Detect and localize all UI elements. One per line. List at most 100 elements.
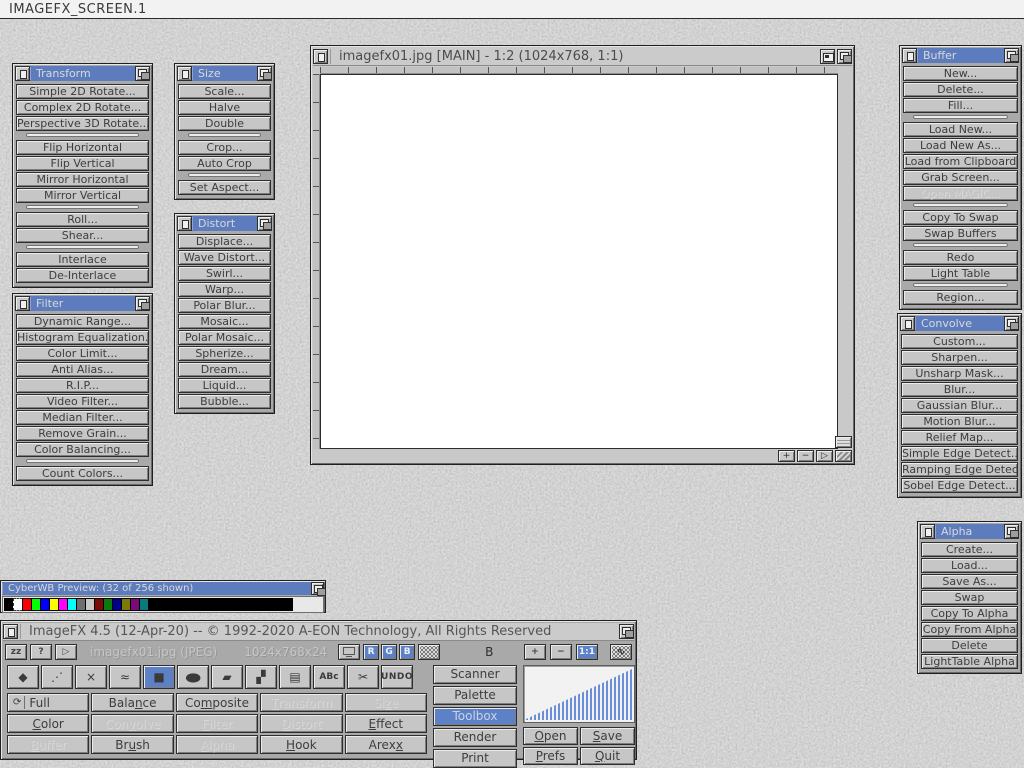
arexx-button[interactable]: Arexx (345, 735, 427, 754)
new-button[interactable]: New... (903, 66, 1018, 81)
oval-tool-icon[interactable]: ● (177, 665, 209, 689)
fill-button[interactable]: Fill... (903, 98, 1018, 113)
main-titlebar[interactable]: ImageFX 4.5 (12-Apr-20) -- © 1992-2020 A… (3, 623, 634, 641)
page-scanner-button[interactable]: Scanner (433, 665, 517, 684)
sharpen-button[interactable]: Sharpen... (901, 350, 1018, 365)
complex-2d-rotate-button[interactable]: Complex 2D Rotate... (16, 100, 149, 115)
polar-mosaic-button[interactable]: Polar Mosaic... (178, 330, 271, 345)
brush-tool-icon[interactable]: ▞ (245, 665, 277, 689)
perspective-3d-rotate-button[interactable]: Perspective 3D Rotate... (16, 116, 149, 131)
count-colors-button[interactable]: Count Colors... (16, 466, 149, 481)
run-button[interactable]: ▷ (55, 644, 77, 660)
median-filter-button[interactable]: Median Filter... (16, 410, 149, 425)
scale-button[interactable]: Scale... (178, 84, 271, 99)
shear-button[interactable]: Shear... (16, 228, 149, 243)
load-new-button[interactable]: Load New... (903, 122, 1018, 137)
roll-button[interactable]: Roll... (16, 212, 149, 227)
light-table-button[interactable]: Light Table (903, 266, 1018, 281)
canvas-pan-button[interactable]: ▷ (816, 450, 833, 462)
channel-r-button[interactable]: R (363, 644, 379, 660)
quit-button[interactable]: Quit (580, 747, 635, 765)
color-button[interactable]: Color (7, 714, 89, 733)
load-from-clipboard-button[interactable]: Load from Clipboard (903, 154, 1018, 169)
panel-titlebar[interactable]: Distort (177, 216, 272, 231)
brush-button[interactable]: Brush (91, 735, 173, 754)
channel-b-button[interactable]: B (399, 644, 415, 660)
relief-map-button[interactable]: Relief Map... (901, 430, 1018, 445)
save-as-button[interactable]: Save As... (921, 574, 1018, 589)
close-icon[interactable] (3, 624, 18, 639)
set-aspect-button[interactable]: Set Aspect... (178, 180, 271, 195)
close-icon[interactable] (177, 216, 192, 231)
warp-button[interactable]: Warp... (178, 282, 271, 297)
line-tool-icon[interactable]: × (75, 665, 107, 689)
blur-button[interactable]: Blur... (901, 382, 1018, 397)
close-icon[interactable] (15, 66, 30, 81)
ramping-edge-detect-button[interactable]: Ramping Edge Detect (901, 462, 1018, 477)
crop-button[interactable]: Crop... (178, 140, 271, 155)
panel-titlebar[interactable]: Buffer (902, 48, 1019, 63)
screen-titlebar[interactable]: IMAGEFX_SCREEN.1 (0, 0, 1024, 19)
double-button[interactable]: Double (178, 116, 271, 131)
auto-crop-button[interactable]: Auto Crop (178, 156, 271, 171)
box-tool-icon[interactable]: ■ (143, 665, 175, 689)
help-button[interactable]: ? (30, 644, 52, 660)
depth-icon[interactable] (1004, 316, 1019, 331)
anti-alias-button[interactable]: Anti Alias... (16, 362, 149, 377)
page-palette-button[interactable]: Palette (433, 686, 517, 705)
swap-buffers-button[interactable]: Swap Buffers (903, 226, 1018, 241)
depth-icon[interactable] (135, 66, 150, 81)
wave-distort-button[interactable]: Wave Distort... (178, 250, 271, 265)
depth-icon[interactable] (257, 66, 272, 81)
close-icon[interactable] (902, 48, 917, 63)
effect-button[interactable]: Effect (345, 714, 427, 733)
remove-grain-button[interactable]: Remove Grain... (16, 426, 149, 441)
liquid-button[interactable]: Liquid... (178, 378, 271, 393)
simple-2d-rotate-button[interactable]: Simple 2D Rotate... (16, 84, 149, 99)
bubble-button[interactable]: Bubble... (178, 394, 271, 409)
undo-button[interactable]: UNDO (381, 665, 413, 689)
frame-toggle-icon[interactable] (835, 436, 852, 448)
create-button[interactable]: Create... (921, 542, 1018, 557)
flip-vertical-button[interactable]: Flip Vertical (16, 156, 149, 171)
sleep-button[interactable]: zz (5, 644, 27, 660)
grab-screen-button[interactable]: Grab Screen... (903, 170, 1018, 185)
depth-icon[interactable] (135, 296, 150, 311)
balance-button[interactable]: Balance (91, 693, 173, 712)
redo-button[interactable]: Redo (903, 250, 1018, 265)
polygon-tool-icon[interactable]: ▰ (211, 665, 243, 689)
copy-to-alpha-button[interactable]: Copy To Alpha (921, 606, 1018, 621)
panel-titlebar[interactable]: Transform (15, 66, 150, 81)
panel-titlebar[interactable]: Size (177, 66, 272, 81)
channel-g-button[interactable]: G (381, 644, 397, 660)
swap-button[interactable]: Swap (921, 590, 1018, 605)
region-button[interactable]: Region... (903, 290, 1018, 305)
point-tool-icon[interactable]: ◆ (7, 665, 39, 689)
copy-to-swap-button[interactable]: Copy To Swap (903, 210, 1018, 225)
panel-titlebar[interactable]: Filter (15, 296, 150, 311)
resize-handle[interactable] (835, 450, 852, 462)
scissors-tool-icon[interactable]: ✂ (347, 665, 379, 689)
zoom-out-button[interactable]: − (550, 644, 572, 660)
composite-button[interactable]: Composite (176, 693, 258, 712)
curve-tool-icon[interactable]: ≈ (109, 665, 141, 689)
hook-button[interactable]: Hook (260, 735, 342, 754)
page-print-button[interactable]: Print (433, 749, 517, 768)
text-tool-icon[interactable]: ABc (313, 665, 345, 689)
canvas-zoom-in-button[interactable]: + (778, 450, 795, 462)
video-filter-button[interactable]: Video Filter... (16, 394, 149, 409)
save-button[interactable]: Save (580, 727, 635, 745)
image-canvas[interactable] (320, 74, 838, 449)
close-icon[interactable] (15, 296, 30, 311)
zoom-gadget-icon[interactable] (820, 49, 835, 64)
depth-icon[interactable] (311, 582, 324, 595)
custom-button[interactable]: Custom... (901, 334, 1018, 349)
monitor-icon[interactable] (338, 644, 360, 660)
page-toolbox-button[interactable]: Toolbox (433, 707, 517, 726)
depth-icon[interactable] (619, 624, 634, 639)
color-limit-button[interactable]: Color Limit... (16, 346, 149, 361)
flip-horizontal-button[interactable]: Flip Horizontal (16, 140, 149, 155)
load-button[interactable]: Load... (921, 558, 1018, 573)
depth-icon[interactable] (257, 216, 272, 231)
depth-icon[interactable] (837, 49, 852, 64)
